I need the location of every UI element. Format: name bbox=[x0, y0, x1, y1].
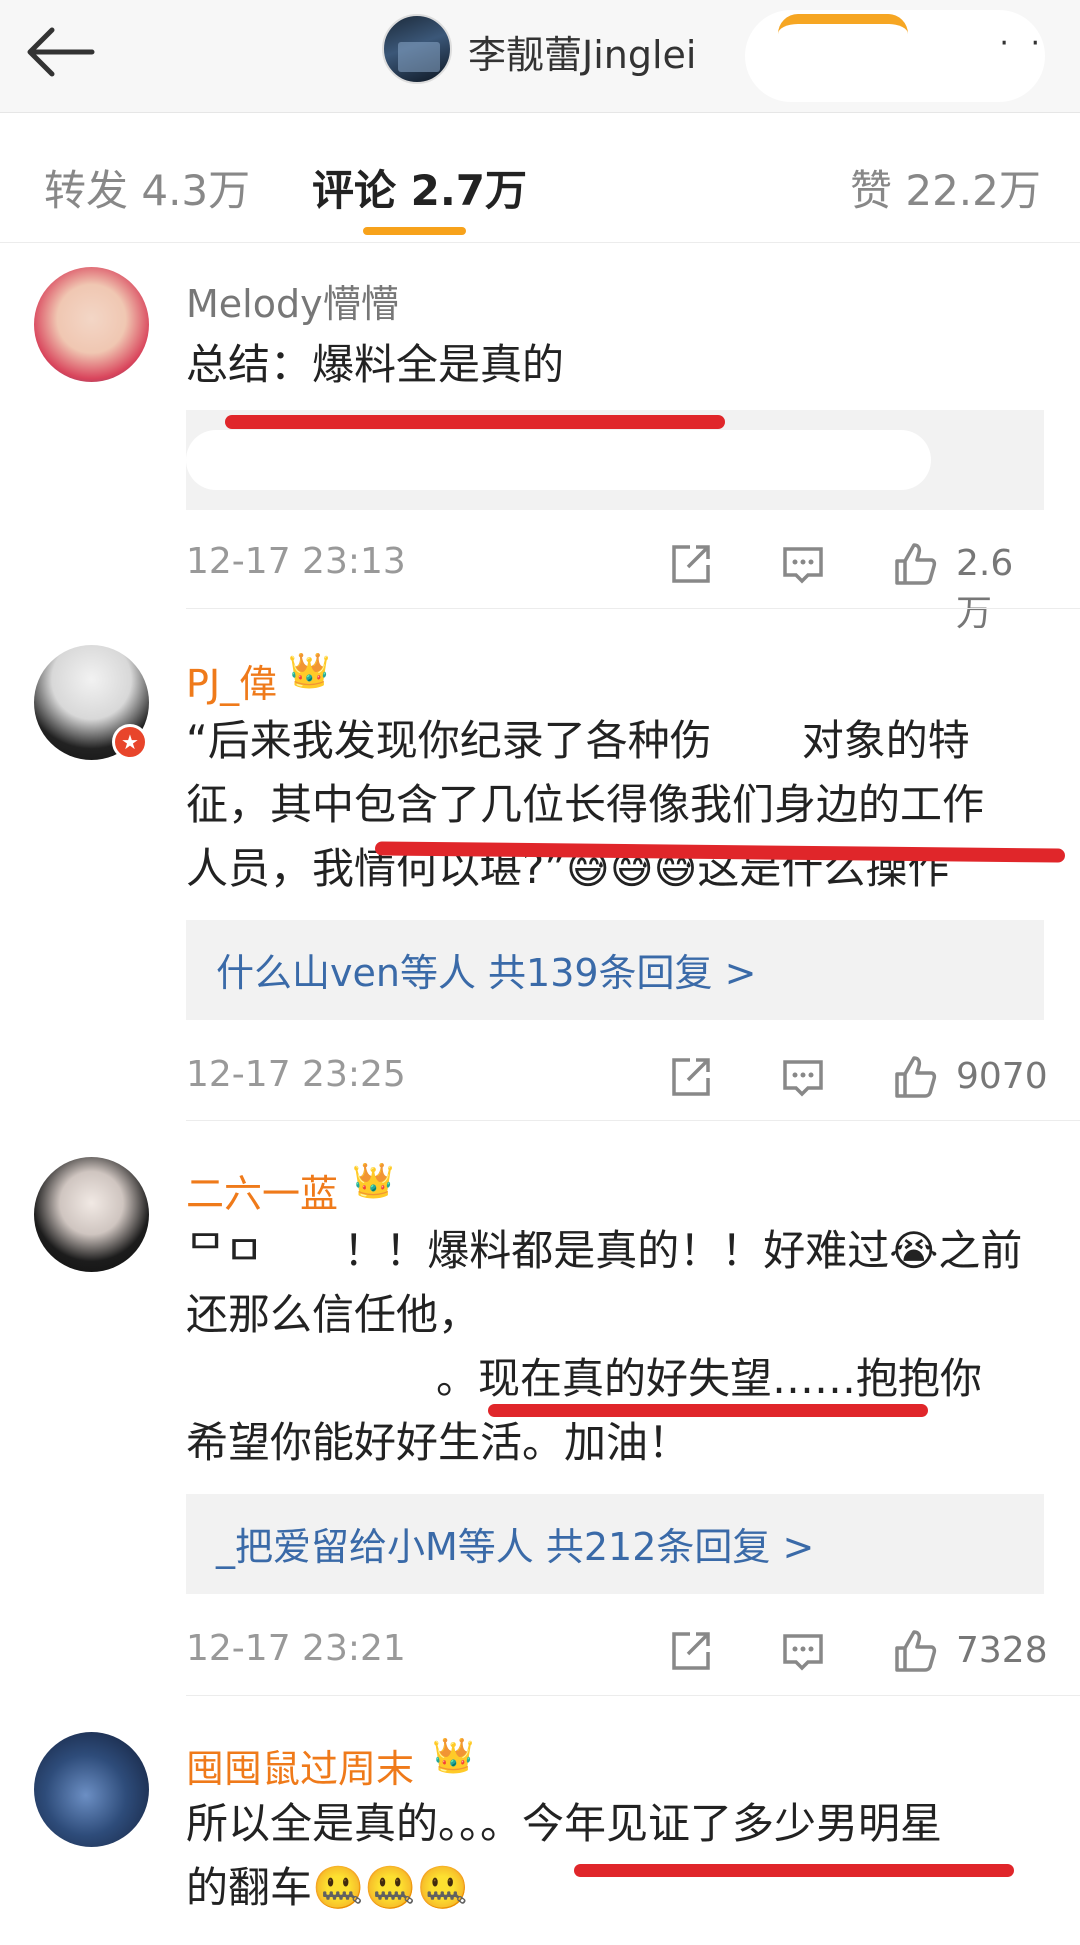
comment-meta: 12-17 23:25 9070 bbox=[186, 1054, 1048, 1104]
reply-preview[interactable]: _把爱留给小M等人 共212条回复 > bbox=[186, 1494, 1044, 1594]
comment-text-line: 征，其中包含了几位长得像我们身边的工作 bbox=[186, 780, 985, 829]
more-options-icon[interactable]: · · bbox=[999, 26, 1046, 61]
top-bar: 李靓蕾Jinglei · · bbox=[0, 0, 1080, 113]
like-count: 2.6万 bbox=[956, 543, 1014, 634]
author-name[interactable]: 李靓蕾Jinglei bbox=[468, 24, 696, 79]
crown-badge-icon: 👑 bbox=[432, 1736, 475, 1776]
share-icon[interactable] bbox=[668, 1054, 714, 1100]
crown-badge-icon: 👑 bbox=[288, 651, 331, 691]
comment-text-line: ！！爆料都是真的！！好难过😭之前 bbox=[343, 1226, 1023, 1275]
comment-text: 所以全是真的。。。今年见证了多少男明星 的翻车🤐🤐🤐 bbox=[186, 1792, 1046, 1920]
timestamp: 12-17 23:21 bbox=[186, 1628, 406, 1669]
comment-text: 总结：爆料全是真的 bbox=[186, 340, 565, 389]
timestamp: 12-17 23:25 bbox=[186, 1054, 406, 1095]
avatar[interactable] bbox=[34, 1157, 149, 1272]
reply-preview[interactable]: 什么山ven等人 共139条回复 > bbox=[186, 920, 1044, 1020]
crown-badge-icon: 👑 bbox=[352, 1161, 395, 1201]
underline-annotation bbox=[225, 415, 725, 429]
tab-bar: 转发 4.3万 评论 2.7万 赞 22.2万 bbox=[0, 113, 1080, 243]
username[interactable]: Melody懵懵 bbox=[186, 273, 399, 328]
share-icon[interactable] bbox=[668, 541, 714, 587]
comment-text-line: “后来我发现你纪录了各种伤 bbox=[186, 716, 712, 765]
comment-text-line: 还那么信任他， bbox=[186, 1290, 481, 1339]
comment-meta: 12-17 23:13 2.6万 bbox=[186, 541, 1044, 634]
author-avatar[interactable] bbox=[382, 14, 452, 84]
divider bbox=[186, 1120, 1080, 1121]
like-count: 9070 bbox=[956, 1056, 1048, 1097]
follow-button-partial[interactable] bbox=[778, 14, 908, 34]
comment-text: ᄆㅁ ！！爆料都是真的！！好难过😭之前 还那么信任他， 。现在真的好失望……抱抱你… bbox=[186, 1219, 1046, 1475]
underline-annotation bbox=[488, 1404, 928, 1417]
comment-text-line: 对象的特 bbox=[801, 716, 970, 765]
comment-text-line: 。现在真的好失望……抱抱你 bbox=[436, 1354, 983, 1403]
divider bbox=[186, 608, 1080, 609]
timestamp: 12-17 23:13 bbox=[186, 541, 406, 582]
comment-text-line: 希望你能好好生活。加油！ bbox=[186, 1418, 691, 1467]
comment-text-line: 所以全是真的。。。今年见证了多少男明星 bbox=[186, 1799, 943, 1848]
avatar[interactable] bbox=[34, 1732, 149, 1847]
reply-summary-link[interactable]: 什么山ven等人 共139条回复 > bbox=[216, 942, 756, 997]
username[interactable]: PJ_偉 bbox=[186, 653, 277, 708]
tab-likes[interactable]: 赞 22.2万 bbox=[850, 157, 1041, 218]
comment-meta: 12-17 23:21 7328 bbox=[186, 1628, 1048, 1678]
verified-badge-icon: ★ bbox=[112, 724, 148, 760]
tab-comments[interactable]: 评论 2.7万 bbox=[312, 157, 527, 218]
comment-icon[interactable] bbox=[780, 1628, 826, 1674]
active-tab-indicator bbox=[363, 227, 466, 235]
comment-text-fragment: ᄆㅁ bbox=[186, 1226, 264, 1275]
like-icon[interactable] bbox=[892, 1054, 938, 1100]
username[interactable]: 囤囤鼠过周末 bbox=[186, 1738, 414, 1793]
like-count: 7328 bbox=[956, 1630, 1048, 1671]
redaction-scribble bbox=[186, 430, 931, 490]
username[interactable]: 二六一蓝 bbox=[186, 1163, 338, 1218]
reply-summary-link[interactable]: _把爱留给小M等人 共212条回复 > bbox=[216, 1516, 814, 1571]
comment-icon[interactable] bbox=[780, 541, 826, 587]
tab-reposts[interactable]: 转发 4.3万 bbox=[44, 157, 250, 218]
back-arrow-icon[interactable] bbox=[22, 22, 102, 82]
share-icon[interactable] bbox=[668, 1628, 714, 1674]
like-icon[interactable] bbox=[892, 541, 938, 587]
avatar[interactable] bbox=[34, 267, 149, 382]
underline-annotation bbox=[574, 1864, 1014, 1877]
comment-icon[interactable] bbox=[780, 1054, 826, 1100]
divider bbox=[186, 1695, 1080, 1696]
like-icon[interactable] bbox=[892, 1628, 938, 1674]
comment-text: “后来我发现你纪录了各种伤 对象的特 征，其中包含了几位长得像我们身边的工作 人员… bbox=[186, 709, 1046, 901]
